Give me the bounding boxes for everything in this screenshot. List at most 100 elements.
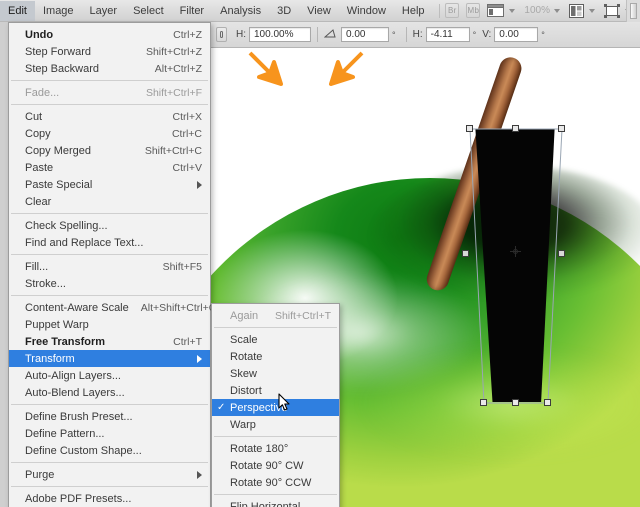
menu-item-define-custom-shape[interactable]: Define Custom Shape...	[9, 442, 210, 459]
menu-item-edit[interactable]: Edit	[0, 0, 35, 21]
submenu-chevron-right-icon	[197, 470, 202, 479]
menu-item-shortcut: Alt+Shift+Ctrl+C	[140, 301, 217, 314]
skew-v-input[interactable]: 0.00	[494, 27, 539, 42]
menu-item-3d[interactable]: 3D	[269, 1, 299, 21]
menu-item-shortcut: Shift+Ctrl+T	[274, 309, 331, 322]
menu-item-label: Find and Replace Text...	[25, 236, 144, 249]
menu-item-analysis[interactable]: Analysis	[212, 1, 269, 21]
arrange-documents-icon[interactable]	[568, 3, 584, 18]
menu-item-label: Define Pattern...	[25, 427, 105, 440]
menu-item-flip-horizontal[interactable]: Flip Horizontal	[212, 498, 339, 507]
screen-mode-icon[interactable]	[487, 3, 505, 18]
menu-item-copy-merged[interactable]: Copy Merged Shift+Ctrl+C	[9, 142, 210, 159]
menu-item-define-pattern[interactable]: Define Pattern...	[9, 425, 210, 442]
menu-item-paste-special[interactable]: Paste Special	[9, 176, 210, 193]
menu-item-label: Again	[230, 309, 259, 322]
menu-item-copy[interactable]: Copy Ctrl+C	[9, 125, 210, 142]
menu-item-shortcut: Shift+Ctrl+F	[145, 86, 202, 99]
menu-item-rotate-180[interactable]: Rotate 180°	[212, 440, 339, 457]
menu-item-fade: Fade... Shift+Ctrl+F	[9, 84, 210, 101]
menu-item-find-and-replace-text[interactable]: Find and Replace Text...	[9, 234, 210, 251]
options-bar: H: 100.00% 0.00 ° H: -4.11 ° V: 0.00 °	[210, 22, 640, 48]
menu-separator	[11, 213, 208, 214]
menu-item-layer[interactable]: Layer	[82, 1, 126, 21]
menu-item-shortcut: Shift+Ctrl+C	[144, 144, 202, 157]
menu-item-shortcut: Ctrl+X	[172, 110, 202, 123]
menu-separator	[11, 404, 208, 405]
menu-item-fill[interactable]: Fill... Shift+F5	[9, 258, 210, 275]
menu-item-warp[interactable]: Warp	[212, 416, 339, 433]
menu-item-label: Skew	[230, 367, 257, 380]
angle-input[interactable]: 0.00	[341, 27, 389, 42]
menu-item-skew[interactable]: Skew	[212, 365, 339, 382]
menu-item-shortcut: Shift+Ctrl+Z	[145, 45, 202, 58]
menu-item-help[interactable]: Help	[394, 1, 433, 21]
menu-item-paste[interactable]: Paste Ctrl+V	[9, 159, 210, 176]
menu-separator	[214, 494, 337, 495]
menu-separator	[11, 80, 208, 81]
menu-separator	[11, 486, 208, 487]
height-input[interactable]: 100.00%	[249, 27, 311, 42]
menu-item-rotate-90-ccw[interactable]: Rotate 90° CCW	[212, 474, 339, 491]
menu-item-filter[interactable]: Filter	[172, 1, 212, 21]
menu-item-label: Fade...	[25, 86, 60, 99]
view-extras-icon[interactable]	[603, 3, 620, 18]
menu-item-cut[interactable]: Cut Ctrl+X	[9, 108, 210, 125]
options-divider-1	[317, 27, 318, 42]
menu-item-adobe-pdf-presets[interactable]: Adobe PDF Presets...	[9, 490, 210, 507]
orange-arrow-right	[328, 51, 364, 87]
menu-separator	[214, 327, 337, 328]
menu-item-label: Define Custom Shape...	[25, 444, 142, 457]
menu-item-scale[interactable]: Scale	[212, 331, 339, 348]
menu-item-label: Rotate 180°	[230, 442, 289, 455]
menu-item-label: Puppet Warp	[25, 318, 89, 331]
mouse-cursor	[278, 393, 291, 415]
menu-item-step-forward[interactable]: Step Forward Shift+Ctrl+Z	[9, 43, 210, 60]
menu-item-step-backward[interactable]: Step Backward Alt+Ctrl+Z	[9, 60, 210, 77]
menu-item-shortcut: Ctrl+Z	[173, 28, 202, 41]
menu-item-content-aware-scale[interactable]: Content-Aware Scale Alt+Shift+Ctrl+C	[9, 299, 216, 316]
menu-item-label: Scale	[230, 333, 258, 346]
screen-mode-chevron-down-icon[interactable]	[509, 8, 516, 13]
menu-item-auto-align-layers[interactable]: Auto-Align Layers...	[9, 367, 210, 384]
menu-item-label: Paste	[25, 161, 54, 174]
menu-item-clear[interactable]: Clear	[9, 193, 210, 210]
menu-item-label: Define Brush Preset...	[25, 410, 133, 423]
menu-item-label: Cut	[25, 110, 43, 123]
menu-item-define-brush-preset[interactable]: Define Brush Preset...	[9, 408, 210, 425]
menu-item-rotate[interactable]: Rotate	[212, 348, 339, 365]
skew-h-input[interactable]: -4.11	[425, 27, 470, 42]
menu-item-select[interactable]: Select	[125, 1, 172, 21]
link-chain-icon[interactable]	[216, 27, 227, 42]
menu-item-transform[interactable]: Transform	[9, 350, 210, 367]
panel-scrollbar[interactable]	[626, 0, 640, 22]
arrange-chevron-down-icon[interactable]	[588, 8, 595, 13]
mini-bridge-button[interactable]: Mb	[466, 3, 481, 18]
menu-item-label: Clear	[25, 195, 52, 208]
transform-submenu-dropdown[interactable]: Again Shift+Ctrl+T Scale Rotate Skew Distort ✓…	[211, 303, 340, 507]
edit-menu-dropdown[interactable]: Undo Ctrl+Z Step Forward Shift+Ctrl+Z Step B…	[8, 22, 216, 507]
menu-item-label: Copy	[25, 127, 51, 140]
menu-item-undo[interactable]: Undo Ctrl+Z	[9, 26, 210, 43]
menu-item-image[interactable]: Image	[35, 1, 82, 21]
menu-item-purge[interactable]: Purge	[9, 466, 210, 483]
menu-item-distort[interactable]: Distort	[212, 382, 339, 399]
menu-item-label: Stroke...	[25, 277, 66, 290]
menu-item-stroke[interactable]: Stroke...	[9, 275, 210, 292]
menu-item-puppet-warp[interactable]: Puppet Warp	[9, 316, 210, 333]
menu-item-window[interactable]: Window	[339, 1, 394, 21]
submenu-chevron-right-icon	[197, 354, 202, 363]
transform-handle-bottom-left	[480, 399, 487, 406]
menu-item-rotate-90-cw[interactable]: Rotate 90° CW	[212, 457, 339, 474]
menu-item-view[interactable]: View	[299, 1, 339, 21]
menu-item-check-spelling[interactable]: Check Spelling...	[9, 217, 210, 234]
menu-item-auto-blend-layers[interactable]: Auto-Blend Layers...	[9, 384, 210, 401]
menu-bar: Edit Image Layer Select Filter Analysis …	[0, 0, 640, 22]
menu-separator	[214, 436, 337, 437]
menu-item-label: Purge	[25, 468, 55, 481]
menu-item-perspective[interactable]: ✓ Perspective	[212, 399, 339, 416]
zoom-chevron-down-icon[interactable]	[553, 8, 560, 13]
menu-item-free-transform[interactable]: Free Transform Ctrl+T	[9, 333, 210, 350]
menu-item-label: Auto-Blend Layers...	[25, 386, 125, 399]
bridge-button[interactable]: Br	[445, 3, 460, 18]
